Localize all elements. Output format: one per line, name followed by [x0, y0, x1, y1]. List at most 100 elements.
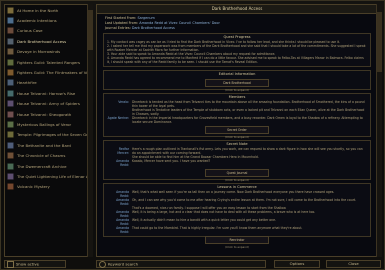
progress-line: 2. I asked her tell me that my paperwork… [107, 44, 366, 52]
quest-list-item[interactable]: Fighters Guild: Talented Rangers [5, 57, 91, 67]
editorial-title: Editorial Information [218, 72, 256, 76]
quest-list-item[interactable]: The Bethanite and the Bard [5, 140, 91, 150]
quest-journal-button[interactable]: Quest Journal [205, 169, 269, 177]
options-button[interactable]: Options [274, 260, 320, 268]
quest-list-label: Devoye in Morrowinds [17, 49, 61, 55]
scrollbar-thumb[interactable] [377, 12, 382, 72]
quest-list-label: At Home in the North [17, 7, 59, 13]
quest-list-label: House Telvanni: Sheogorath [17, 111, 72, 117]
quest-list-label: Dark Brotherhood Access [17, 38, 67, 44]
quest-list-label: House Telvanni: Harrow's Rise [17, 90, 76, 96]
quest-list-item[interactable]: Devoye in Morrowinds [5, 47, 91, 57]
member-row: Veralo: Dinerbeck is tended as the head f… [118, 100, 365, 108]
quest-list-label: Temple: Pilgrimages of the Seven Graces [17, 132, 92, 138]
quest-list-item[interactable]: The Dwemercraft Archive [5, 161, 91, 171]
panel-title: Dark Brotherhood Access [97, 5, 377, 14]
detail-scrollbar[interactable] [376, 4, 382, 257]
quest-icon [7, 58, 14, 66]
quest-meta: First Started From: Sargenum Last Update… [105, 16, 220, 30]
dialogue-row: Amanda Redd: Well, it is being a large, h… [116, 210, 316, 218]
quest-icon [7, 183, 14, 191]
quest-icon [7, 69, 14, 77]
quest-list-label: Volcanic Mystery [17, 184, 50, 190]
journal-value[interactable]: Dark Brotherhood Access [132, 26, 175, 30]
quest-icon [7, 141, 14, 149]
secret-order-button[interactable]: Secret Order [205, 126, 269, 134]
started-value[interactable]: Sargenum [137, 16, 154, 20]
dialogue-row: Amanda Redd: Kaaalo, Mercer have sent you… [116, 159, 211, 167]
quest-icon [7, 162, 14, 170]
quest-list-label: Academic Intentions [17, 18, 57, 24]
quest-list-item[interactable]: Temple: Pilgrimages of the Seven Graces [5, 130, 91, 140]
last-label: Last Updated From: [105, 20, 139, 25]
close-button[interactable]: Close [326, 260, 381, 268]
show-active-label: Show active [16, 261, 39, 267]
quest-icon [7, 172, 14, 180]
quest-list-scrollbar[interactable] [87, 4, 93, 257]
editorial-section: Editorial Information Dark Brotherhood (… [103, 70, 371, 92]
quest-list-item[interactable]: Curious Case [5, 26, 91, 36]
quest-icon [7, 131, 14, 139]
quest-list-label: Mysterious Ballings of Veror [17, 121, 72, 127]
quest-icon [7, 120, 14, 128]
dark-brotherhood-button[interactable]: Dark Brotherhood [205, 79, 269, 87]
journal-window: At Home in the North Academic Intentions C… [0, 0, 385, 270]
member-row: Brotherhood is Tentative leaders of the … [132, 108, 365, 116]
quest-icon [7, 89, 14, 97]
quest-list-item[interactable]: At Home in the North [5, 5, 91, 15]
quest-list-item[interactable]: House Telvanni: Harrow's Rise [5, 88, 91, 98]
dialogue-row: Amanda Redd: That could go to the Mambird… [116, 226, 303, 234]
quest-list-item[interactable]: Hearthfire [5, 78, 91, 88]
quest-list-label: Fighters Guild: The Flintmakers of Vos [17, 70, 91, 76]
expand-link[interactable]: (Click to expand) [104, 178, 370, 182]
dialogue-row: Amanda Redd: Well, that's what well seen … [116, 190, 335, 198]
quest-list-item[interactable]: House Telvanni: Sheogorath [5, 109, 91, 119]
expand-link[interactable]: (Click to expand) [104, 135, 370, 139]
search-field[interactable]: Keyword search [96, 260, 266, 268]
quest-icon [7, 48, 14, 56]
quest-icon [7, 152, 14, 160]
quest-list-label: The Bethanite and the Bard [17, 142, 71, 148]
quest-list-item[interactable]: The Chronicle of Chasms [5, 150, 91, 160]
progress-line: 4. Amanda Redd has agreed to recommend m… [107, 56, 364, 64]
quest-progress-section: Quest Progress 1. My contact was cagey a… [103, 33, 371, 67]
quest-list-item[interactable]: Volcanic Mystery [5, 182, 91, 192]
quest-icon [7, 37, 14, 45]
quest-list: At Home in the North Academic Intentions C… [4, 4, 92, 257]
quest-icon [7, 6, 14, 14]
quest-icon [7, 100, 14, 108]
quest-list-label: The Chronicle of Chasms [17, 153, 66, 159]
quest-list-item[interactable]: Fighters Guild: The Flintmakers of Vos [5, 67, 91, 77]
quest-detail-panel: Dark Brotherhood Access First Started Fr… [96, 4, 381, 257]
quest-icon [7, 17, 14, 25]
scrollbar-thumb[interactable] [88, 10, 93, 50]
secret-note-section: Secret Note Redfar Mercer: Here's a rough… [103, 140, 371, 182]
dialogue-row: Redfar Mercer: Here's a rough plan outlin… [117, 147, 363, 155]
dialogue-row: Amanda Redd: Oh, and I can see why you'd … [116, 198, 357, 206]
last-value[interactable]: Amanda Redd at Vivec Council Chambers' D… [139, 21, 220, 25]
quest-icon [7, 110, 14, 118]
quest-list-label: House Telvanni: Army of Spiders [17, 101, 80, 107]
started-label: First Started From: [105, 16, 137, 20]
quest-list-label: The Dwemercraft Archive [17, 163, 67, 169]
quest-list-label: Hearthfire [17, 80, 37, 86]
expand-link[interactable]: (Click to expand) [104, 88, 370, 92]
search-placeholder: Keyword search [108, 261, 139, 267]
quest-icon [7, 79, 14, 87]
quest-list-label: Fighters Guild: Talented Rangers [17, 59, 81, 65]
journal-label: Journal Entries: [105, 25, 131, 30]
quest-list-item[interactable]: Mysterious Ballings of Veror [5, 119, 91, 129]
quest-list-item[interactable]: Academic Intentions [5, 15, 91, 25]
members-section: Members Veralo: Dinerbeck is tended as th… [103, 93, 371, 139]
checkbox-icon[interactable] [7, 261, 14, 268]
quest-list-item[interactable]: House Telvanni: Army of Spiders [5, 99, 91, 109]
quest-list-item[interactable]: Dark Brotherhood Access [5, 36, 91, 46]
search-icon [99, 261, 106, 268]
quest-list-label: Curious Case [17, 28, 43, 34]
expand-link[interactable]: (Click to expand) [104, 245, 370, 249]
quest-icon [7, 27, 14, 35]
member-row: Agate Nerine: Dinerbeck in the Imperial h… [107, 116, 363, 124]
quest-list-item[interactable]: The Quiet Lightening Life of Elenar Aert… [5, 171, 91, 181]
show-active-toggle[interactable]: Show active [4, 260, 66, 268]
renrindor-button[interactable]: Renrindor [205, 236, 269, 244]
